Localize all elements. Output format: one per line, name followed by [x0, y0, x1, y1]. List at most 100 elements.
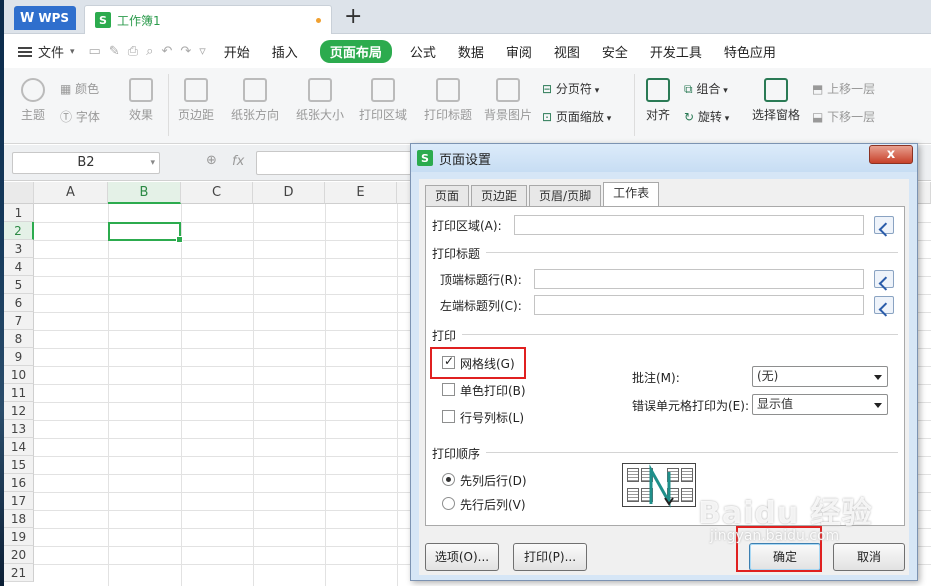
formula-input[interactable] — [256, 151, 416, 175]
effect-button[interactable]: 效果 — [124, 78, 158, 123]
bring-forward-button[interactable]: ⬒ 上移一层 — [812, 80, 875, 97]
menu-developer[interactable]: 开发工具 — [650, 42, 702, 61]
gridlines-checkbox[interactable] — [442, 354, 455, 369]
function-icon[interactable]: fx — [232, 154, 244, 169]
align-button[interactable]: 对齐 — [640, 78, 676, 123]
baidu-watermark: Baidu 经验 — [698, 496, 873, 531]
row-header[interactable]: 3 — [4, 240, 34, 258]
tab-sheet[interactable]: 工作表 — [603, 182, 660, 207]
menu-page-layout[interactable]: 页面布局 — [319, 40, 392, 63]
range-picker-icon[interactable] — [874, 296, 894, 314]
name-box[interactable]: B2 ▾ — [12, 152, 160, 174]
row-header[interactable]: 2 — [4, 222, 34, 240]
orientation-button[interactable]: 纸张方向 — [226, 78, 284, 123]
top-rows-input[interactable] — [534, 269, 864, 289]
column-header[interactable]: A — [34, 182, 108, 204]
left-cols-input[interactable] — [534, 295, 864, 315]
top-rows-label: 顶端标题行(R): — [440, 273, 522, 287]
row-header[interactable]: 19 — [4, 528, 34, 546]
paper-size-button[interactable]: 纸张大小 — [294, 78, 346, 123]
column-header[interactable]: E — [325, 182, 397, 204]
menu-insert[interactable]: 插入 — [272, 42, 298, 61]
row-header[interactable]: 20 — [4, 546, 34, 564]
group-button[interactable]: ⧉ 组合 ▾ — [684, 80, 728, 97]
row-header[interactable]: 15 — [4, 456, 34, 474]
row-header[interactable]: 14 — [4, 438, 34, 456]
print-icon[interactable]: ⎙ — [128, 44, 138, 59]
print-preview-icon[interactable]: ⌕ — [146, 44, 153, 59]
row-header[interactable]: 5 — [4, 276, 34, 294]
print-area-button[interactable]: 打印区域 — [354, 78, 412, 123]
tab-header-footer[interactable]: 页眉/页脚 — [529, 185, 602, 207]
row-header[interactable]: 16 — [4, 474, 34, 492]
page-break-button[interactable]: ⊟ 分页符 ▾ — [542, 80, 599, 97]
row-header[interactable]: 13 — [4, 420, 34, 438]
format-painter-icon[interactable]: ✎ — [109, 44, 120, 59]
menu-review[interactable]: 审阅 — [506, 42, 532, 61]
customize-icon[interactable]: ▿ — [199, 44, 206, 59]
dialog-title-bar[interactable]: S 页面设置 x — [411, 144, 917, 172]
row-header[interactable]: 1 — [4, 204, 34, 222]
tab-page[interactable]: 页面 — [425, 185, 470, 207]
row-header[interactable]: 17 — [4, 492, 34, 510]
group-icon: ⧉ — [684, 82, 697, 96]
range-picker-icon[interactable] — [874, 270, 894, 288]
selected-cell-b2[interactable] — [108, 222, 183, 243]
row-header[interactable]: 11 — [4, 384, 34, 402]
select-all-corner[interactable] — [4, 182, 34, 204]
theme-button[interactable]: 主题 — [16, 78, 50, 123]
row-header[interactable]: 12 — [4, 402, 34, 420]
margin-button[interactable]: 页边距 — [176, 78, 216, 123]
menu-view[interactable]: 视图 — [554, 42, 580, 61]
undo-icon[interactable]: ↶ — [161, 44, 172, 59]
send-backward-button[interactable]: ⬓ 下移一层 — [812, 108, 875, 125]
zoom-icon[interactable]: ⊕ — [206, 153, 217, 168]
range-picker-icon[interactable] — [874, 216, 894, 234]
menu-security[interactable]: 安全 — [602, 42, 628, 61]
page-break-icon: ⊟ — [542, 82, 556, 96]
menu-special[interactable]: 特色应用 — [724, 42, 776, 61]
print-area-input[interactable] — [514, 215, 864, 235]
mono-checkbox[interactable] — [442, 383, 455, 396]
print-button[interactable]: 打印(P)... — [513, 543, 587, 571]
rowcol-checkbox[interactable] — [442, 410, 455, 423]
menu-formulas[interactable]: 公式 — [410, 42, 436, 61]
print-title-icon — [436, 78, 460, 102]
order-over-radio[interactable] — [442, 497, 455, 510]
options-button[interactable]: 选项(O)... — [425, 543, 499, 571]
tab-margins[interactable]: 页边距 — [471, 185, 528, 207]
row-header[interactable]: 6 — [4, 294, 34, 312]
errors-select[interactable]: 显示值 — [752, 394, 888, 415]
selection-pane-button[interactable]: 选择窗格 — [750, 78, 802, 123]
row-header[interactable]: 21 — [4, 564, 34, 582]
file-menu-button[interactable]: 文件 ▾ — [18, 42, 75, 61]
order-down-radio[interactable] — [442, 473, 455, 486]
group-label: 组合 — [696, 82, 721, 96]
chevron-down-icon — [874, 403, 882, 408]
font-button[interactable]: Ⓣ 字体 — [60, 108, 100, 125]
column-header[interactable]: C — [181, 182, 253, 204]
page-zoom-button[interactable]: ⊡ 页面缩放 ▾ — [542, 108, 611, 125]
menu-data[interactable]: 数据 — [458, 42, 484, 61]
print-title-button[interactable]: 打印标题 — [422, 78, 474, 123]
rotate-button[interactable]: ↻ 旋转 ▾ — [684, 108, 729, 125]
row-header[interactable]: 7 — [4, 312, 34, 330]
background-button[interactable]: 背景图片 — [482, 78, 534, 123]
document-tab[interactable]: S 工作簿1 — [84, 5, 332, 34]
column-header[interactable]: D — [253, 182, 325, 204]
column-header[interactable]: B — [108, 182, 181, 204]
row-header[interactable]: 4 — [4, 258, 34, 276]
color-button[interactable]: ▦ 颜色 — [60, 80, 99, 97]
row-header[interactable]: 10 — [4, 366, 34, 384]
redo-icon[interactable]: ↷ — [180, 44, 191, 59]
new-tab-button[interactable]: + — [344, 4, 362, 29]
wps-app-tab[interactable]: W WPS — [14, 6, 76, 30]
menu-home[interactable]: 开始 — [224, 42, 250, 61]
row-header[interactable]: 9 — [4, 348, 34, 366]
close-button[interactable]: x — [869, 145, 913, 164]
comments-select[interactable]: (无) — [752, 366, 888, 387]
cancel-button[interactable]: 取消 — [833, 543, 905, 571]
row-header[interactable]: 8 — [4, 330, 34, 348]
row-header[interactable]: 18 — [4, 510, 34, 528]
save-icon[interactable]: ▭ — [89, 44, 101, 59]
